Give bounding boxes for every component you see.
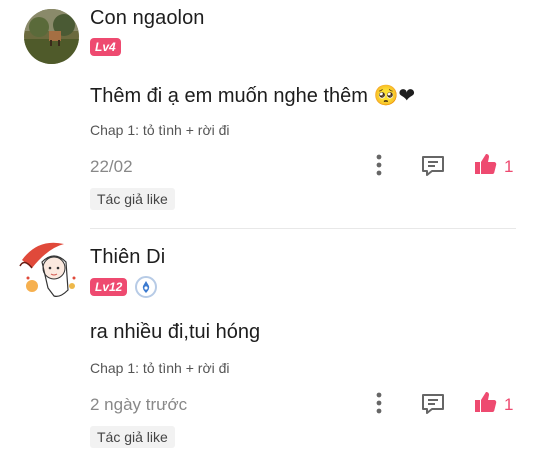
reply-icon[interactable] bbox=[420, 391, 446, 417]
thumbs-up-icon bbox=[472, 389, 498, 420]
author-like-badge: Tác giả like bbox=[90, 426, 175, 448]
more-options-icon[interactable] bbox=[371, 391, 387, 415]
like-count: 1 bbox=[504, 156, 514, 176]
divider bbox=[90, 228, 516, 229]
avatar[interactable] bbox=[18, 238, 82, 302]
comment-time: 2 ngày trước bbox=[90, 395, 188, 414]
comment-item: Thiên Di Lv12 ra nhiều đi,tui hóng Chap … bbox=[0, 236, 540, 457]
chapter-link[interactable]: Chap 1: tỏ tình + rời đi bbox=[90, 122, 230, 138]
username[interactable]: Con ngaolon bbox=[90, 7, 205, 30]
author-like-badge: Tác giả like bbox=[90, 188, 175, 210]
like-count: 1 bbox=[504, 394, 514, 414]
reply-icon[interactable] bbox=[420, 153, 446, 179]
chapter-link[interactable]: Chap 1: tỏ tình + rời đi bbox=[90, 360, 230, 376]
like-button[interactable]: 1 bbox=[472, 151, 513, 182]
thumbs-up-icon bbox=[472, 151, 498, 182]
comment-text: Thêm đi ạ em muốn nghe thêm 🥺❤ bbox=[90, 85, 416, 107]
comment-text: ra nhiều đi,tui hóng bbox=[90, 321, 261, 343]
level-badge: Lv4 bbox=[90, 38, 121, 56]
medal-icon bbox=[135, 276, 158, 298]
level-badge: Lv12 bbox=[90, 278, 128, 296]
comment-time: 22/02 bbox=[90, 157, 133, 176]
comment-item: Con ngaolon Lv4 Thêm đi ạ em muốn nghe t… bbox=[0, 0, 540, 229]
username[interactable]: Thiên Di bbox=[90, 246, 165, 269]
more-options-icon[interactable] bbox=[371, 153, 387, 177]
avatar[interactable] bbox=[24, 9, 79, 64]
like-button[interactable]: 1 bbox=[472, 389, 513, 420]
